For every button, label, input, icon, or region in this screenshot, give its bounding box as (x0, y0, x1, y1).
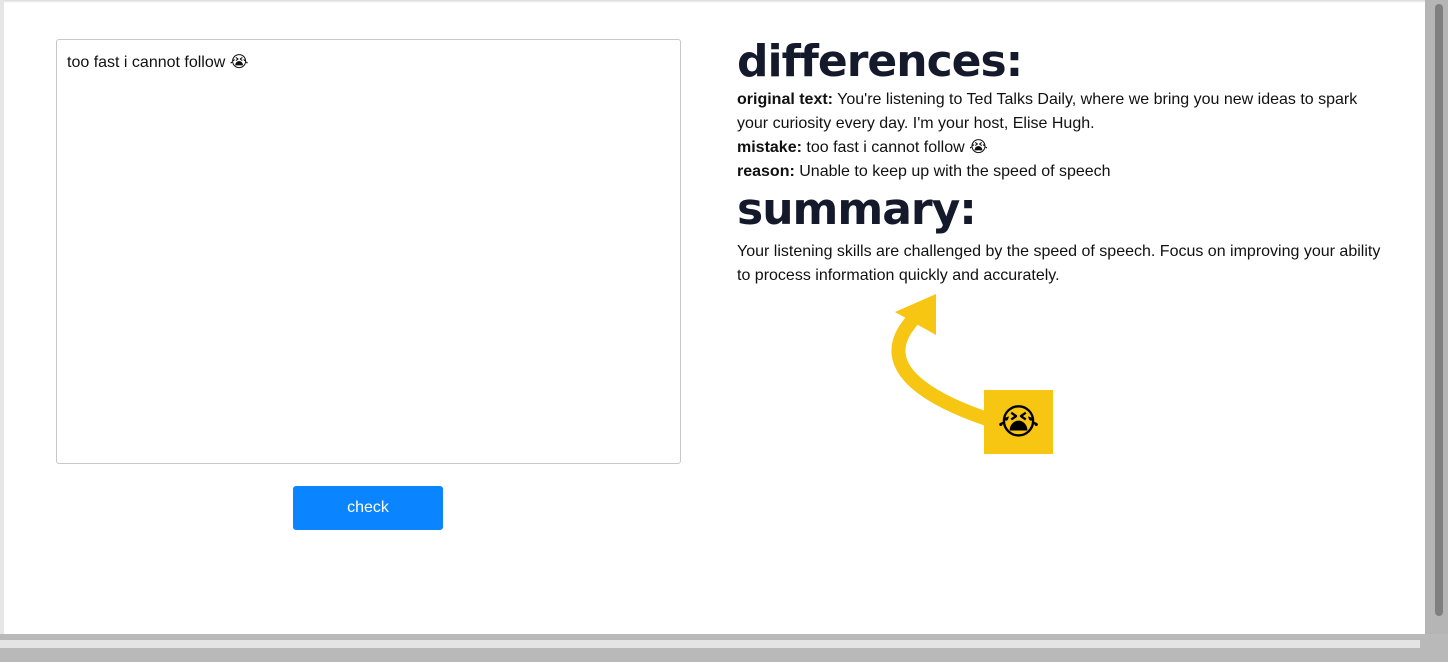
results-panel: differences: original text: You're liste… (737, 36, 1387, 288)
vertical-scrollbar-thumb[interactable] (1435, 4, 1443, 616)
reason-label: reason: (737, 163, 795, 180)
crying-face-icon: 😭 (984, 390, 1053, 454)
emoji-glyph: 😭 (997, 401, 1040, 442)
check-button[interactable]: check (293, 486, 443, 530)
original-text-line: original text: You're listening to Ted T… (737, 88, 1387, 136)
differences-heading: differences: (737, 36, 1023, 87)
summary-heading: summary: (737, 184, 977, 235)
answer-text: too fast i cannot follow 😭 (67, 54, 249, 71)
top-shadow (4, 0, 1425, 3)
mistake-line: mistake: too fast i cannot follow 😭 (737, 136, 1387, 160)
page-viewport: too fast i cannot follow 😭 check differe… (0, 0, 1425, 634)
answer-textarea[interactable]: too fast i cannot follow 😭 (56, 39, 681, 464)
horizontal-scrollbar-track[interactable] (0, 634, 1448, 662)
horizontal-scrollbar-thumb[interactable] (0, 640, 1420, 648)
reason-line: reason: Unable to keep up with the speed… (737, 160, 1387, 184)
check-button-label: check (347, 499, 389, 516)
original-text-label: original text: (737, 91, 834, 108)
mistake-label: mistake: (737, 139, 802, 156)
mistake-value: too fast i cannot follow 😭 (806, 139, 988, 156)
summary-text: Your listening skills are challenged by … (737, 243, 1381, 284)
reason-value: Unable to keep up with the speed of spee… (799, 163, 1111, 180)
